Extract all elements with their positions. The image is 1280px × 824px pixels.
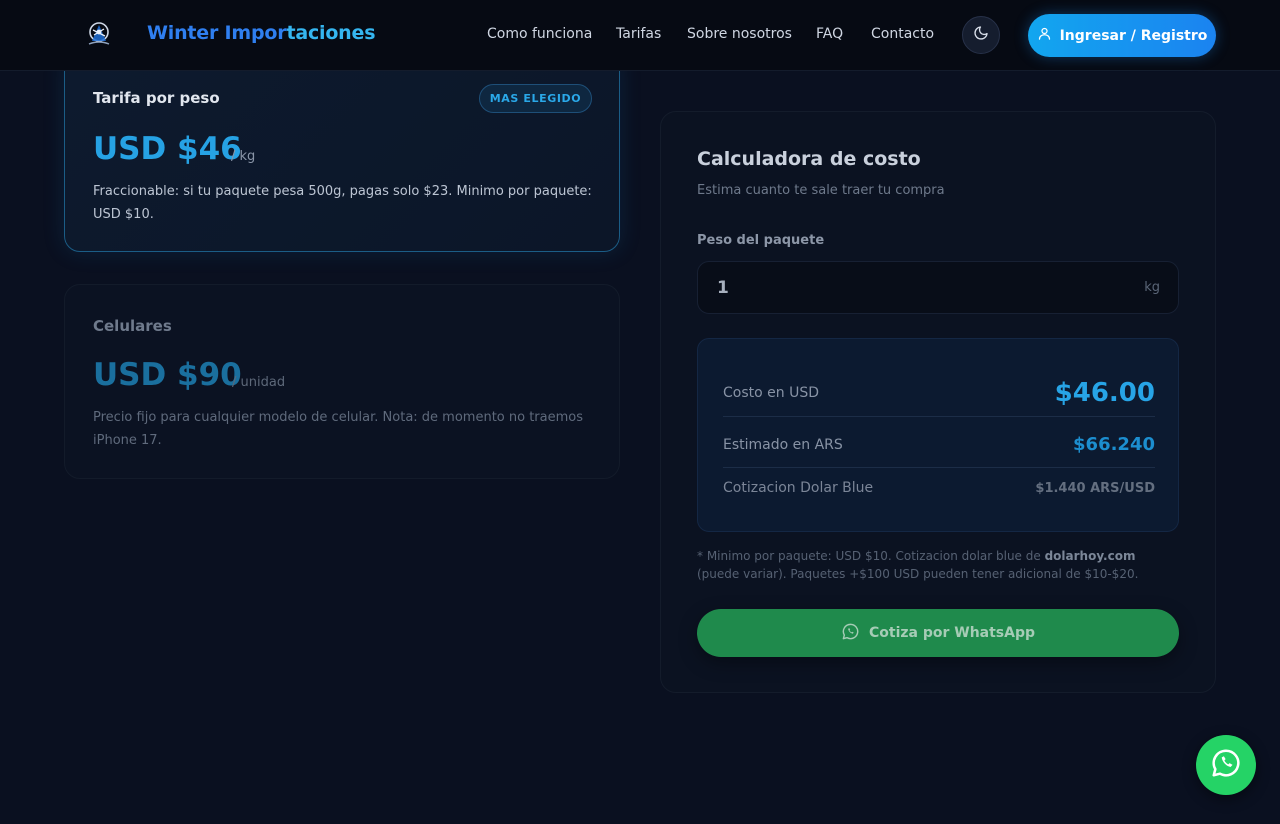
login-register-button[interactable]: Ingresar / Registro — [1028, 14, 1216, 57]
nav-link-como-funciona[interactable]: Como funciona — [487, 26, 592, 42]
note-source-link[interactable]: dolarhoy.com — [1045, 549, 1136, 563]
user-icon — [1037, 26, 1052, 45]
result-label: Estimado en ARS — [723, 436, 843, 453]
result-row-rate: Cotizacion Dolar Blue $1.440 ARS/USD — [723, 472, 1155, 504]
price-value: USD $46 — [93, 131, 242, 167]
whatsapp-quote-button[interactable]: Cotiza por WhatsApp — [697, 609, 1179, 657]
nav-link-faq[interactable]: FAQ — [816, 26, 843, 42]
whatsapp-icon — [841, 622, 860, 645]
result-label: Costo en USD — [723, 384, 819, 401]
calculator-footnote: * Minimo por paquete: USD $10. Cotizacio… — [697, 547, 1179, 583]
nav-link-sobre-nosotros[interactable]: Sobre nosotros — [687, 26, 792, 42]
logo-icon[interactable] — [84, 19, 114, 49]
nav-link-contacto[interactable]: Contacto — [871, 26, 934, 42]
price-value: USD $90 — [93, 357, 242, 393]
top-navbar: Winter Importaciones Como funciona Tarif… — [0, 0, 1280, 71]
weight-unit-suffix: kg — [1144, 280, 1160, 295]
whatsapp-icon — [1210, 747, 1242, 783]
theme-toggle-button[interactable] — [962, 16, 1000, 54]
card-description: Precio fijo para cualquier modelo de cel… — [93, 410, 584, 448]
price-unit: / unidad — [232, 375, 286, 390]
login-register-label: Ingresar / Registro — [1059, 27, 1208, 44]
calculator-subtitle: Estima cuanto te sale traer tu compra — [697, 183, 945, 198]
cost-usd-value: $46.00 — [1054, 377, 1155, 408]
calculator-title: Calculadora de costo — [697, 148, 921, 170]
package-weight-input[interactable]: 1 kg — [697, 261, 1179, 314]
dollar-rate-value: $1.440 ARS/USD — [1035, 480, 1155, 496]
brand-name-part2: taciones — [286, 22, 376, 44]
estimate-ars-value: $66.240 — [1073, 434, 1155, 455]
results-panel: Costo en USD $46.00 Estimado en ARS $66.… — [697, 338, 1179, 532]
cost-calculator: Calculadora de costo Estima cuanto te sa… — [660, 111, 1216, 693]
result-label: Cotizacion Dolar Blue — [723, 480, 874, 496]
brand-name[interactable]: Winter Importaciones — [147, 22, 376, 44]
brand-name-part1: Winter Impor — [147, 22, 287, 44]
weight-value[interactable]: 1 — [717, 278, 729, 298]
phone-rate-card: Celulares USD $90 / unidad Precio fijo p… — [64, 284, 620, 479]
nav-link-tarifas[interactable]: Tarifas — [616, 26, 661, 42]
weight-field-label: Peso del paquete — [697, 233, 825, 248]
moon-icon — [973, 25, 989, 45]
whatsapp-quote-label: Cotiza por WhatsApp — [868, 625, 1036, 641]
card-title: Tarifa por peso — [93, 89, 220, 107]
card-title: Celulares — [93, 317, 172, 335]
floating-whatsapp-button[interactable] — [1196, 735, 1256, 795]
note-text: * Minimo por paquete: USD $10. Cotizacio… — [697, 549, 1045, 563]
result-row-ars: Estimado en ARS $66.240 — [723, 422, 1155, 468]
card-description: Fraccionable: si tu paquete pesa 500g, p… — [93, 184, 592, 222]
weight-rate-card: Tarifa por peso MAS ELEGIDO USD $46 / kg… — [64, 50, 620, 252]
price-unit: / kg — [231, 149, 256, 164]
most-chosen-badge: MAS ELEGIDO — [479, 84, 592, 113]
result-row-usd: Costo en USD $46.00 — [723, 369, 1155, 417]
note-text: (puede variar). Paquetes +$100 USD puede… — [697, 567, 1139, 581]
